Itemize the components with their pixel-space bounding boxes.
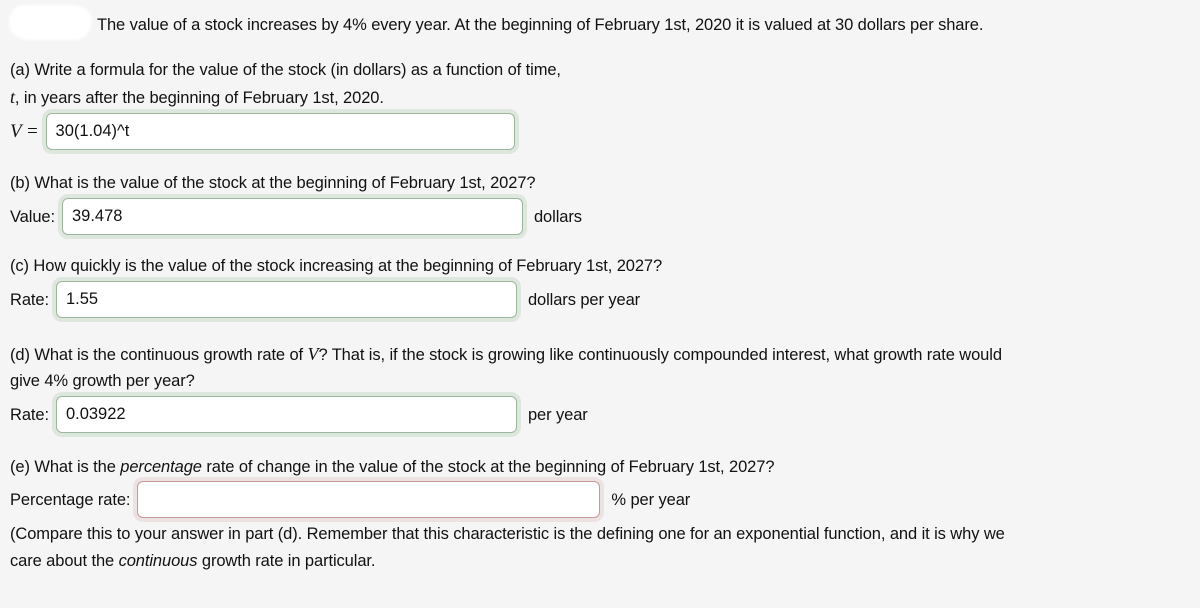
part-d-prompt-line2: give 4% growth per year?	[10, 372, 195, 390]
part-c-field-label: Rate:	[10, 290, 49, 309]
part-c-rate-input[interactable]	[55, 281, 517, 318]
part-a-answer-row: V =	[10, 113, 515, 150]
part-c-unit-label: dollars per year	[527, 290, 641, 309]
problem-statement: The value of a stock increases by 4% eve…	[97, 16, 984, 34]
part-a-prompt-line2: t, in years after the beginning of Febru…	[10, 85, 384, 110]
part-a-prompt-line1: (a) Write a formula for the value of the…	[10, 61, 561, 79]
part-d-unit-label: per year	[527, 405, 588, 424]
part-e-note-line2-post: growth rate in particular.	[197, 552, 376, 570]
part-d-prompt-post: ? That is, if the stock is growing like …	[318, 346, 1002, 364]
part-e-answer-row: Percentage rate: % per year	[10, 481, 690, 518]
part-b-prompt: (b) What is the value of the stock at th…	[10, 174, 536, 192]
part-e-note-line2-pre: care about the	[10, 552, 119, 570]
part-e-note-line1: (Compare this to your answer in part (d)…	[10, 525, 1005, 543]
part-b-answer-row: Value: dollars	[10, 198, 582, 235]
part-a-prompt-line2-rest: , in years after the beginning of Februa…	[14, 89, 384, 107]
part-a-field-label: V =	[10, 120, 39, 142]
part-e-prompt-post: rate of change in the value of the stock…	[201, 458, 775, 476]
part-e-prompt-pre: (e) What is the	[10, 458, 121, 476]
part-c-prompt: (c) How quickly is the value of the stoc…	[10, 257, 663, 275]
part-d-prompt-pre: (d) What is the continuous growth rate o…	[10, 346, 308, 364]
part-e-note-line2: care about the continuous growth rate in…	[10, 549, 375, 573]
part-d-prompt-line1: (d) What is the continuous growth rate o…	[10, 342, 1002, 367]
part-b-unit-label: dollars	[533, 207, 582, 226]
redaction-blob	[11, 7, 90, 38]
part-d-field-label: Rate:	[10, 405, 49, 424]
part-e-prompt: (e) What is the percentage rate of chang…	[10, 455, 775, 479]
variable-v: V	[307, 344, 319, 364]
part-c-answer-row: Rate: dollars per year	[10, 281, 640, 318]
part-b-value-input[interactable]	[61, 198, 523, 235]
part-e-percentage-input[interactable]	[137, 481, 601, 518]
part-a-formula-input[interactable]	[45, 113, 515, 150]
part-d-answer-row: Rate: per year	[10, 396, 588, 433]
problem-page: The value of a stock increases by 4% eve…	[0, 0, 1200, 608]
part-e-note-emphasis: continuous	[118, 552, 198, 570]
part-e-field-label: Percentage rate:	[10, 490, 131, 509]
part-e-unit-label: % per year	[611, 490, 691, 509]
part-e-prompt-emphasis: percentage	[120, 458, 202, 476]
part-d-rate-input[interactable]	[55, 396, 517, 433]
part-b-field-label: Value:	[10, 207, 55, 226]
